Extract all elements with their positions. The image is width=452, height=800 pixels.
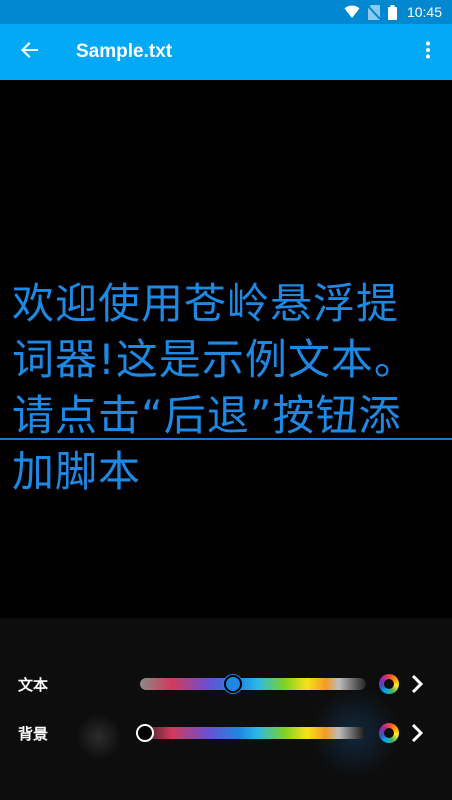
- color-wheel-icon[interactable]: [379, 674, 399, 694]
- color-wheel-icon[interactable]: [379, 723, 399, 743]
- more-vert-icon: [425, 41, 431, 63]
- page-title: Sample.txt: [76, 41, 173, 62]
- color-controls-panel: 文本 背景: [0, 618, 452, 800]
- prompter-view[interactable]: 欢迎使用苍岭悬浮提词器!这是示例文本。 请点击“后退”按钮添加脚本: [0, 80, 452, 618]
- wifi-icon: [344, 5, 360, 19]
- status-time: 10:45: [406, 4, 442, 20]
- focus-line: [0, 438, 452, 440]
- background-color-slider-thumb[interactable]: [135, 724, 154, 742]
- text-color-label: 文本: [18, 675, 49, 694]
- prompter-text: 欢迎使用苍岭悬浮提词器!这是示例文本。 请点击“后退”按钮添加脚本: [12, 279, 417, 496]
- text-color-slider-thumb[interactable]: [223, 675, 242, 693]
- no-sim-icon: [367, 4, 380, 20]
- background-color-slider[interactable]: [135, 724, 366, 742]
- text-color-slider[interactable]: [140, 675, 366, 693]
- chevron-right-icon[interactable]: [406, 721, 428, 745]
- app-bar: Sample.txt: [0, 24, 452, 80]
- background-color-label: 背景: [18, 724, 49, 743]
- back-button[interactable]: [2, 24, 58, 80]
- background-color-row: 背景: [0, 713, 452, 753]
- battery-icon: [387, 4, 397, 20]
- arrow-back-icon: [21, 41, 39, 63]
- status-bar: 10:45: [0, 0, 452, 24]
- text-color-row: 文本: [0, 664, 452, 704]
- overflow-menu-button[interactable]: [404, 24, 452, 80]
- chevron-right-icon[interactable]: [406, 672, 428, 696]
